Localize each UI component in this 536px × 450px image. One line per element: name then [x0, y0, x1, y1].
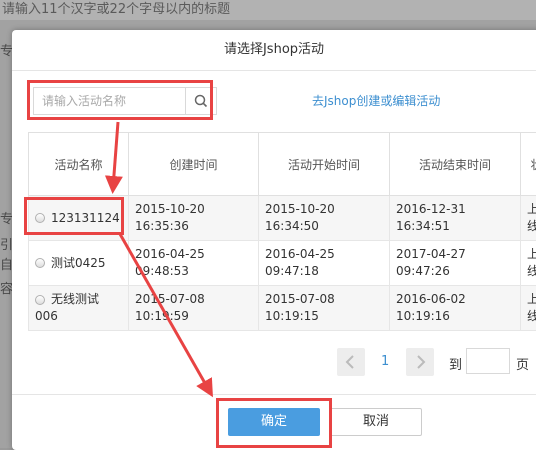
column-header: 活动名称: [29, 133, 129, 196]
time-text: 16:34:50: [265, 218, 389, 235]
prev-page-button[interactable]: [337, 348, 365, 376]
search-highlight-box: [27, 80, 213, 120]
confirm-highlight-box: [216, 398, 332, 448]
created-cell: 2016-04-2509:48:53: [129, 241, 259, 286]
status-text: 上: [527, 201, 536, 218]
activity-name-cell[interactable]: 测试0425: [29, 241, 129, 286]
time-text: 10:19:59: [135, 308, 258, 325]
status-text: 上: [527, 291, 536, 308]
status-cell: 上线: [521, 286, 536, 331]
time-text: 10:19:16: [396, 308, 520, 325]
status-text: 上: [527, 246, 536, 263]
activity-name: 无线测试: [51, 292, 99, 306]
end-cell: 2017-04-2709:47:26: [390, 241, 521, 286]
status-cell: 上线: [521, 196, 536, 241]
chevron-left-icon: [337, 348, 365, 376]
goto-page-input[interactable]: [466, 348, 510, 374]
status-text: 线: [527, 308, 536, 325]
date-text: 2016-04-25: [265, 246, 389, 263]
end-cell: 2016-12-3116:34:51: [390, 196, 521, 241]
date-text: 2016-04-25: [135, 246, 258, 263]
status-cell: 上线: [521, 241, 536, 286]
time-text: 16:35:36: [135, 218, 258, 235]
start-cell: 2016-04-2509:47:18: [259, 241, 390, 286]
time-text: 09:48:53: [135, 263, 258, 280]
column-header: 状: [521, 133, 536, 196]
column-header: 活动结束时间: [390, 133, 521, 196]
status-text: 线: [527, 263, 536, 280]
dialog-title: 请选择Jshop活动: [12, 30, 536, 71]
date-text: 2017-04-27: [396, 246, 520, 263]
goto-label: 到: [449, 354, 462, 373]
create-edit-activity-link[interactable]: 去Jshop创建或编辑活动: [312, 92, 440, 109]
table-row[interactable]: 无线测试006 2015-07-0810:19:59 2015-07-0810:…: [29, 286, 536, 331]
radio-button[interactable]: [35, 258, 45, 268]
date-text: 2016-12-31: [396, 201, 520, 218]
time-text: 16:34:51: [396, 218, 520, 235]
activity-name-cell[interactable]: 无线测试 006: [29, 286, 129, 331]
radio-button[interactable]: [35, 295, 45, 305]
date-text: 2015-10-20: [135, 201, 258, 218]
date-text: 2015-07-08: [135, 291, 258, 308]
end-cell: 2016-06-0210:19:16: [390, 286, 521, 331]
activity-name: 006: [35, 308, 128, 325]
time-text: 10:19:15: [265, 308, 389, 325]
created-cell: 2015-10-2016:35:36: [129, 196, 259, 241]
start-cell: 2015-07-0810:19:15: [259, 286, 390, 331]
chevron-right-icon: [406, 348, 434, 376]
row-highlight-box: [24, 197, 124, 235]
status-text: 线: [527, 218, 536, 235]
table-header-row: 活动名称 创建时间 活动开始时间 活动结束时间 状: [29, 133, 536, 196]
page-unit-label: 页: [516, 354, 529, 373]
start-cell: 2015-10-2016:34:50: [259, 196, 390, 241]
time-text: 09:47:18: [265, 263, 389, 280]
title-hint: 请输入11个汉字或22个字母以内的标题: [0, 0, 536, 20]
created-cell: 2015-07-0810:19:59: [129, 286, 259, 331]
activity-name: 测试0425: [51, 256, 106, 270]
time-text: 09:47:26: [396, 263, 520, 280]
column-header: 活动开始时间: [259, 133, 390, 196]
cancel-button[interactable]: 取消: [330, 408, 422, 436]
date-text: 2015-07-08: [265, 291, 389, 308]
date-text: 2016-06-02: [396, 291, 520, 308]
page-number[interactable]: 1: [381, 354, 389, 369]
next-page-button[interactable]: [406, 348, 434, 376]
footer-divider: [12, 394, 536, 395]
column-header: 创建时间: [129, 133, 259, 196]
table-row[interactable]: 测试0425 2016-04-2509:48:53 2016-04-2509:4…: [29, 241, 536, 286]
date-text: 2015-10-20: [265, 201, 389, 218]
